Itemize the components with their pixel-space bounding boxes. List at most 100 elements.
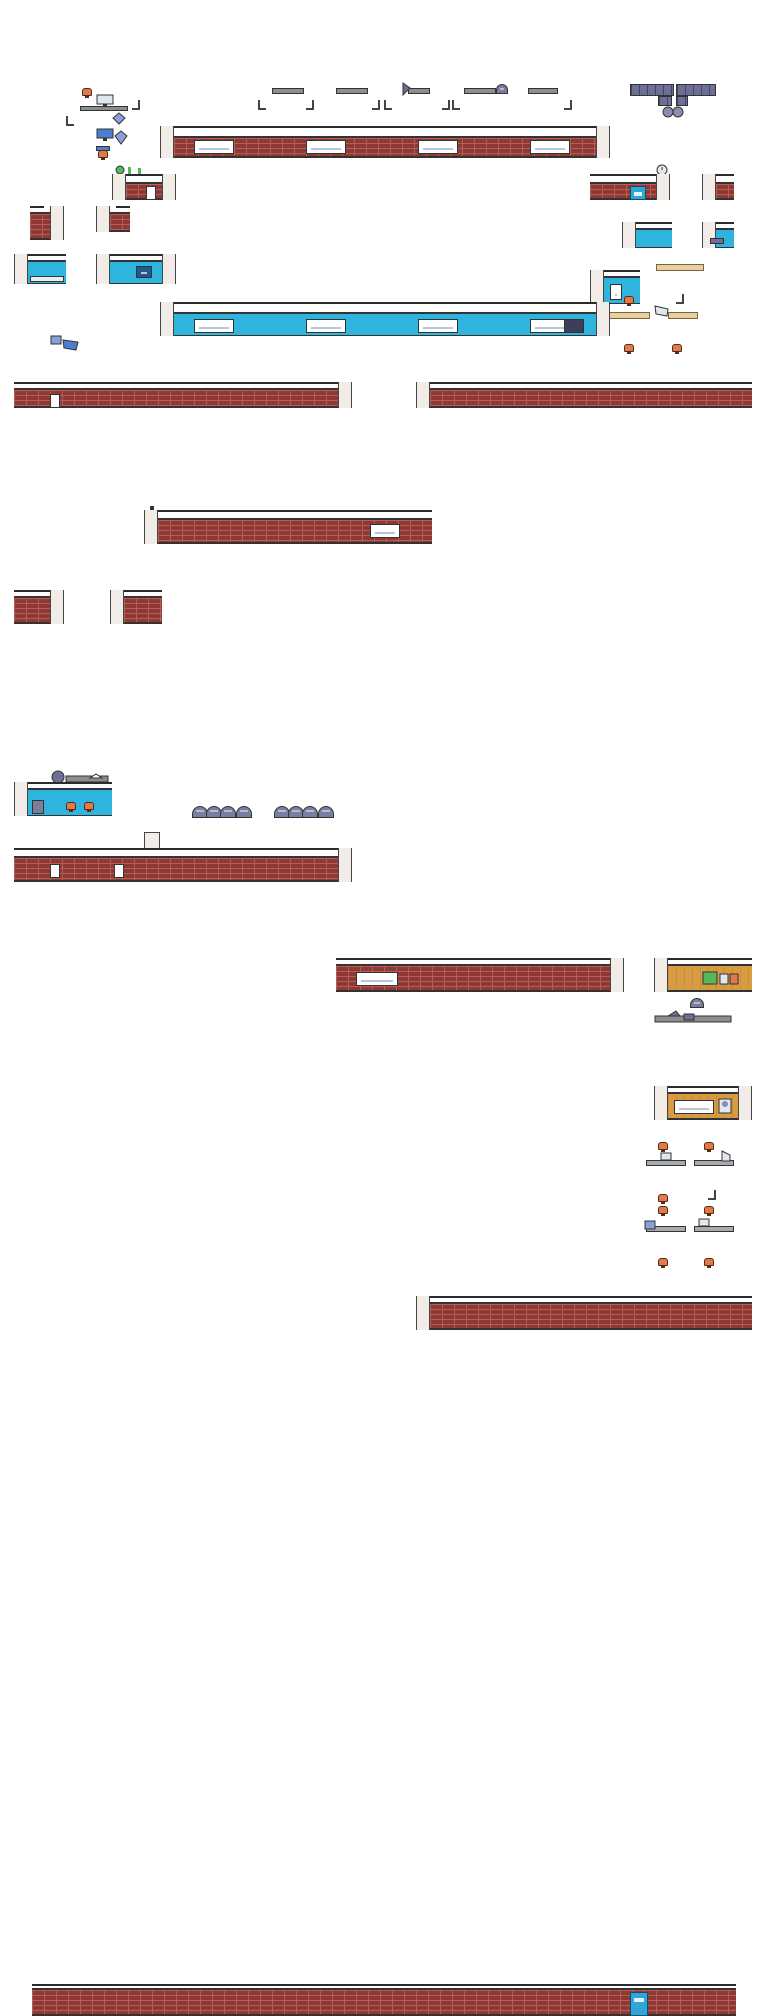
- room-brick-corner: [96, 206, 130, 232]
- chair-frame-icon: [442, 100, 450, 110]
- chair: [672, 344, 682, 354]
- chair: [82, 88, 92, 98]
- chair: [658, 1206, 668, 1216]
- printer-icon: [112, 112, 126, 125]
- chair-frame-icon: [372, 100, 380, 110]
- brick-wall: [430, 1302, 752, 1330]
- counter-bar: [464, 88, 496, 94]
- chair-frame-icon: [306, 100, 314, 110]
- server-block: [630, 84, 674, 96]
- brick-wall: [124, 596, 162, 624]
- chair-frame-icon: [676, 294, 684, 304]
- room-wood: [654, 958, 752, 992]
- room-brick-large: [160, 126, 610, 158]
- monitor-icon: [96, 94, 114, 107]
- robot-icon: [402, 82, 411, 96]
- window: [306, 140, 346, 154]
- chair-frame-icon: [258, 100, 266, 110]
- doorway: [146, 186, 156, 200]
- server-block: [676, 84, 716, 96]
- room-brick-corner: [14, 590, 64, 624]
- chair: [98, 150, 108, 160]
- stool: [302, 806, 318, 818]
- room-blue-small: [96, 254, 176, 284]
- chair: [704, 1142, 714, 1152]
- stool: [220, 806, 236, 818]
- stool: [236, 806, 252, 818]
- room-brick-medium: [144, 510, 432, 544]
- brick-wall: [716, 182, 734, 200]
- room-brick-corner: [110, 590, 162, 624]
- monitor-icon: [660, 1152, 672, 1161]
- monitor-icon: [698, 1218, 710, 1227]
- table: [608, 312, 650, 319]
- room-wood: [654, 1086, 752, 1120]
- monitor-icon: [62, 339, 79, 351]
- table: [656, 264, 704, 271]
- counter-bar: [336, 88, 368, 94]
- doorway: [610, 284, 622, 300]
- chair-frame-icon: [564, 100, 572, 110]
- brick-wall: [14, 596, 50, 624]
- room-brick-long: [14, 382, 352, 408]
- room-brick-long: [14, 848, 352, 882]
- plant-icon: [702, 971, 739, 985]
- brick-wall: [14, 856, 338, 882]
- room-blue-small: [622, 222, 672, 248]
- chair: [658, 1194, 668, 1204]
- brick-wall: [126, 182, 162, 200]
- printer-icon: [114, 130, 128, 145]
- window: [194, 319, 234, 333]
- room-brick-long: [416, 382, 752, 408]
- counter: [30, 276, 64, 282]
- chair: [704, 1258, 714, 1268]
- brick-wall: [110, 212, 130, 232]
- window: [530, 140, 570, 154]
- printer-icon: [644, 1220, 656, 1230]
- stool: [318, 806, 334, 818]
- window: [194, 140, 234, 154]
- chair: [66, 802, 76, 812]
- stool: [496, 84, 508, 94]
- monitor-icon: [721, 1150, 731, 1162]
- brick-wall: [30, 212, 50, 240]
- room-brick-corner: [702, 174, 734, 200]
- chair: [624, 296, 634, 306]
- chair: [704, 1206, 714, 1216]
- chair-frame-icon: [384, 100, 392, 110]
- door: [630, 186, 646, 200]
- chair-frame-icon: [452, 100, 460, 110]
- room-brick-small: [590, 174, 670, 200]
- room-brick-medium: [336, 958, 624, 992]
- chair-frame-icon: [66, 116, 74, 126]
- room-brick-small: [112, 174, 176, 200]
- counter-bar: [528, 88, 558, 94]
- room-blue-medium: [14, 782, 112, 816]
- doorway: [50, 864, 60, 878]
- window: [418, 319, 458, 333]
- chair-frame-icon: [708, 1190, 716, 1200]
- doorway: [50, 394, 60, 408]
- room-blue-small: [14, 254, 66, 284]
- window: [370, 524, 400, 538]
- blue-wall: [636, 228, 672, 248]
- brick-wall: [590, 182, 656, 200]
- robot-icon: [654, 1010, 732, 1023]
- chair: [84, 802, 94, 812]
- room-blue-small: [702, 222, 734, 248]
- monitor-icon: [96, 128, 114, 141]
- chair: [624, 344, 634, 354]
- robot-icon: [662, 106, 684, 118]
- window: [306, 319, 346, 333]
- screen: [136, 266, 152, 278]
- counter-bar: [272, 88, 304, 94]
- window: [418, 140, 458, 154]
- room-brick-bottom: [32, 1984, 736, 2016]
- chair: [658, 1258, 668, 1268]
- doorway: [114, 864, 124, 878]
- room-blue-large: [160, 302, 610, 336]
- window: [674, 1100, 714, 1114]
- table: [668, 312, 698, 319]
- door: [630, 1992, 648, 2016]
- window: [356, 972, 398, 986]
